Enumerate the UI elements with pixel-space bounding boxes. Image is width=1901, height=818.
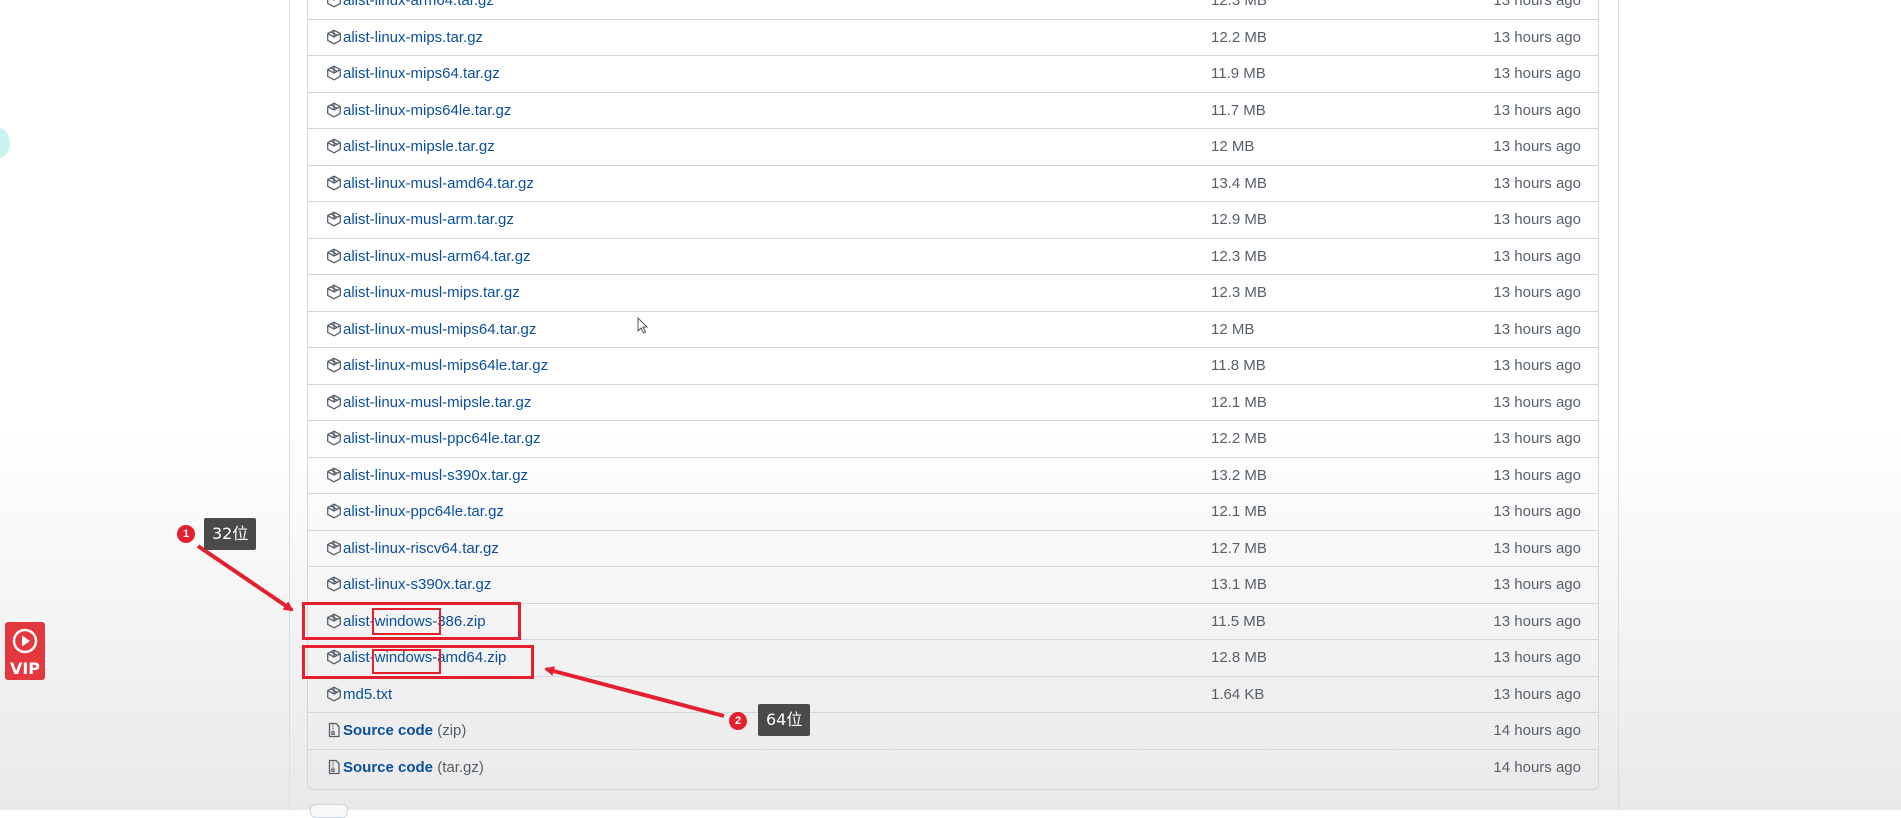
annotation-badge-2: 2 <box>729 712 747 730</box>
annotation-arrows <box>196 544 725 718</box>
arrow-to-amd64 <box>544 666 725 718</box>
vip-label: VIP <box>9 659 41 678</box>
arrow-to-386 <box>196 544 294 612</box>
vip-badge[interactable]: VIP <box>5 622 45 680</box>
annotation-tag-64bit: 64位 <box>758 704 811 736</box>
annotation-badge-1: 1 <box>177 525 195 543</box>
annotation-tag-32bit: 32位 <box>204 518 257 550</box>
play-circle-icon <box>12 628 38 654</box>
mouse-cursor-icon <box>637 317 649 334</box>
